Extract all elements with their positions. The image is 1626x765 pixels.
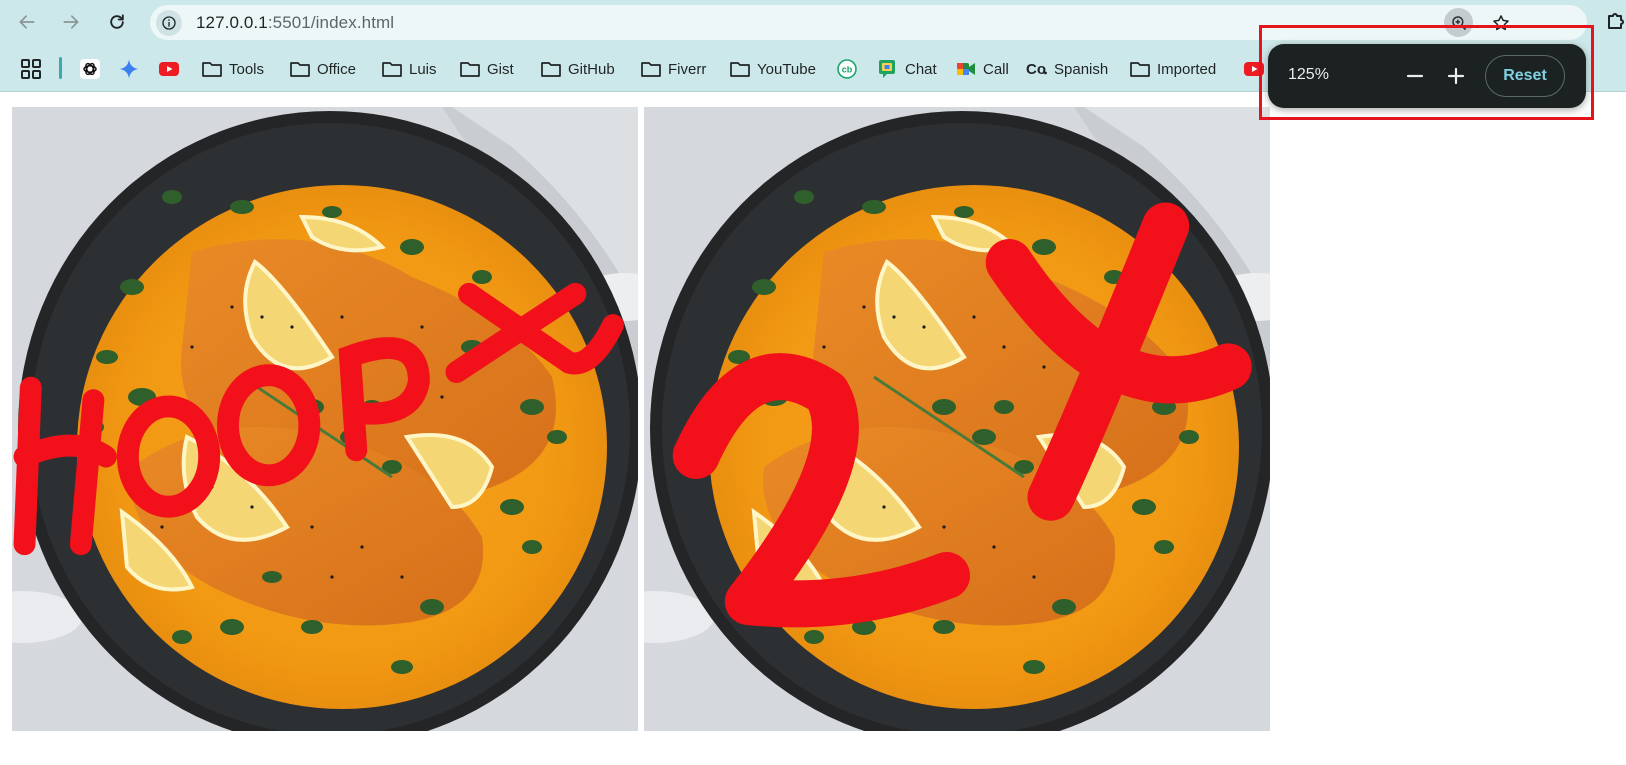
bookmark-chat[interactable]: Chat	[877, 55, 937, 83]
co-icon: Co	[1026, 58, 1048, 80]
bookmark-folder-youtube[interactable]: YouTube	[729, 55, 816, 83]
puzzle-icon	[1608, 13, 1624, 29]
info-icon	[162, 16, 176, 30]
bookmark-label: Chat	[905, 60, 937, 78]
extensions-button[interactable]	[1604, 10, 1626, 36]
url-text[interactable]: 127.0.0.1:5501/index.html	[196, 13, 394, 33]
salmon-curry-photo	[644, 107, 1270, 731]
youtube-icon	[158, 58, 180, 80]
bookmark-folder-gist[interactable]: Gist	[459, 55, 514, 83]
bookmark-openai[interactable]	[79, 55, 101, 83]
openai-icon	[79, 58, 101, 80]
food-image-2x	[644, 107, 1270, 731]
svg-text:Co: Co	[1026, 61, 1046, 78]
gemini-icon	[118, 58, 140, 80]
google-meet-icon	[955, 58, 977, 80]
bookmark-folder-fiverr[interactable]: Fiverr	[640, 55, 706, 83]
bookmark-folder-tools[interactable]: Tools	[201, 55, 264, 83]
bookmark-folder-github[interactable]: GitHub	[540, 55, 615, 83]
bookmark-label: Gist	[487, 60, 514, 78]
back-button[interactable]	[14, 9, 40, 35]
svg-text:cb: cb	[842, 65, 853, 75]
bookmark-label: GitHub	[568, 60, 615, 78]
apps-grid-button[interactable]	[20, 58, 42, 80]
bookmark-folder-imported[interactable]: Imported	[1129, 55, 1216, 83]
bookmark-label: Office	[317, 60, 356, 78]
reload-icon	[110, 14, 124, 29]
bookmark-label: Spanish	[1054, 60, 1109, 78]
folder-icon	[201, 58, 223, 80]
arrow-left-icon	[19, 15, 35, 29]
bookmark-folder-office[interactable]: Office	[289, 55, 356, 83]
bookmark-youtube[interactable]	[158, 55, 180, 83]
folder-icon	[640, 58, 662, 80]
bookmark-label: Fiverr	[668, 60, 707, 78]
bookmark-label: Imported	[1157, 60, 1217, 78]
folder-icon	[540, 58, 562, 80]
folder-icon	[289, 58, 311, 80]
bookmark-cb[interactable]: cb	[836, 55, 858, 83]
reload-button[interactable]	[104, 9, 130, 35]
url-host: 127.0.0.1	[196, 13, 268, 32]
bookmark-label: YouTube	[757, 60, 816, 78]
cb-icon: cb	[836, 58, 858, 80]
bookmark-gemini[interactable]	[118, 55, 140, 83]
bookmark-spanish[interactable]: Co Spanish	[1026, 55, 1108, 83]
folder-icon	[381, 58, 403, 80]
bookmark-label: Luis	[409, 60, 437, 78]
apps-grid-icon	[21, 59, 41, 79]
google-chat-icon	[877, 58, 899, 80]
bookmark-label: Call	[983, 60, 1009, 78]
bookmark-separator	[59, 57, 62, 79]
bookmark-label: Tools	[229, 60, 265, 78]
forward-button[interactable]	[58, 9, 84, 35]
url-path: :5501/index.html	[267, 13, 395, 32]
food-image-400px	[12, 107, 638, 731]
folder-icon	[1129, 58, 1151, 80]
bookmark-folder-luis[interactable]: Luis	[381, 55, 437, 83]
folder-icon	[459, 58, 481, 80]
annotation-highlight-box	[1259, 25, 1594, 120]
bookmark-call[interactable]: Call	[955, 55, 1009, 83]
site-info-button[interactable]	[156, 10, 182, 36]
folder-icon	[729, 58, 751, 80]
salmon-curry-photo	[12, 107, 638, 731]
arrow-right-icon	[63, 15, 79, 29]
